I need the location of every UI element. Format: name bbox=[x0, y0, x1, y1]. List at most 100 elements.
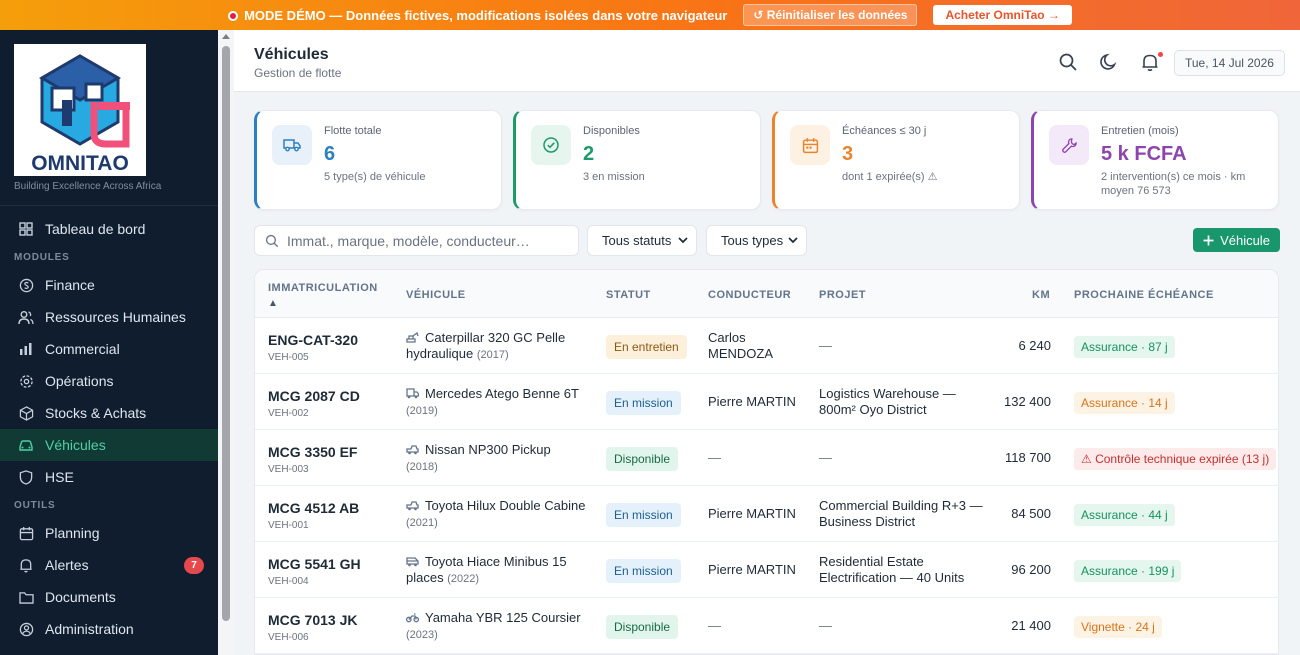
calendar-icon bbox=[18, 525, 34, 541]
due-cell: Assurance · 87 j bbox=[1074, 336, 1175, 358]
km-cell: 21 400 bbox=[1011, 618, 1051, 633]
truck-icon bbox=[272, 125, 312, 165]
vehicle-cell: Nissan NP300 Pickup (2018) bbox=[406, 442, 586, 475]
km-cell: 132 400 bbox=[1004, 394, 1051, 409]
column-header-plate[interactable]: IMMATRICULATION ▲ bbox=[268, 281, 378, 311]
sidebar-scrollbar[interactable] bbox=[218, 30, 234, 655]
sort-ascending-icon: ▲ bbox=[268, 298, 279, 309]
sidebar-item-planning[interactable]: Planning bbox=[0, 517, 218, 549]
kpi-fleet-total: Flotte totale 6 5 type(s) de véhicule bbox=[254, 110, 502, 210]
table-row[interactable]: MCG 7013 JK VEH-006 Yamaha YBR 125 Cours… bbox=[255, 598, 1278, 654]
due-cell: Vignette · 24 j bbox=[1074, 616, 1162, 638]
sidebar-item-finance[interactable]: Finance bbox=[0, 269, 218, 301]
project-cell: — bbox=[819, 338, 832, 353]
project-cell: Commercial Building R+3 — Business Distr… bbox=[819, 498, 983, 529]
vehicle-id: VEH-005 bbox=[268, 352, 309, 363]
pickup-icon bbox=[406, 499, 419, 511]
vehicle-year: (2018) bbox=[406, 461, 438, 473]
status-cell: En mission bbox=[606, 391, 681, 415]
pickup-icon bbox=[406, 443, 419, 455]
reset-data-button[interactable]: ↺ Réinitialiser les données bbox=[743, 4, 918, 26]
vehicle-cell: Mercedes Atego Benne 6T (2019) bbox=[406, 386, 586, 419]
plate-number: MCG 4512 AB bbox=[268, 500, 360, 516]
driver-cell: — bbox=[708, 618, 721, 633]
table-row[interactable]: MCG 4512 AB VEH-001 Toyota Hilux Double … bbox=[255, 486, 1278, 542]
plate-cell: MCG 4512 AB VEH-001 bbox=[268, 500, 359, 534]
plate-number: MCG 3350 EF bbox=[268, 444, 358, 460]
omnitao-logo[interactable]: OMNITAO bbox=[14, 44, 146, 176]
column-header-km[interactable]: KM bbox=[1032, 289, 1050, 301]
demo-banner: MODE DÉMO — Données fictives, modificati… bbox=[0, 0, 1300, 30]
brand-name: OMNITAO bbox=[31, 152, 129, 175]
vehicle-year: (2019) bbox=[406, 405, 438, 417]
bar-chart-icon bbox=[18, 341, 34, 357]
due-cell: ⚠ Contrôle technique expirée (13 j) bbox=[1074, 448, 1277, 470]
vehicles-table: IMMATRICULATION ▲ VÉHICULE STATUT CONDUC… bbox=[254, 269, 1279, 655]
column-header-driver[interactable]: CONDUCTEUR bbox=[708, 289, 791, 301]
vehicle-cell: Yamaha YBR 125 Coursier (2023) bbox=[405, 610, 586, 643]
type-filter-select[interactable]: Tous types bbox=[706, 225, 807, 256]
dark-mode-icon[interactable] bbox=[1099, 52, 1119, 72]
plate-number: ENG-CAT-320 bbox=[268, 332, 358, 348]
buy-omnitao-button[interactable]: Acheter OmniTao → bbox=[933, 5, 1072, 25]
sidebar-item-documents[interactable]: Documents bbox=[0, 581, 218, 613]
shield-icon bbox=[18, 469, 34, 485]
status-badge: En entretien bbox=[606, 335, 687, 359]
add-vehicle-label: Véhicule bbox=[1220, 232, 1270, 248]
sidebar-item-stocks[interactable]: Stocks & Achats bbox=[0, 397, 218, 429]
kpi-label: Flotte totale bbox=[324, 125, 382, 137]
column-header-next-due[interactable]: PROCHAINE ÉCHÉANCE bbox=[1074, 289, 1214, 301]
column-header-project[interactable]: PROJET bbox=[819, 289, 866, 301]
sidebar-item-administration[interactable]: Administration bbox=[0, 613, 218, 645]
kpi-maintenance: Entretien (mois) 5 k FCFA 2 intervention… bbox=[1031, 110, 1279, 210]
plate-number: MCG 2087 CD bbox=[268, 388, 360, 404]
notifications-bell-icon[interactable] bbox=[1140, 52, 1160, 72]
scroll-up-icon[interactable] bbox=[222, 34, 230, 39]
status-cell: En mission bbox=[606, 559, 681, 583]
vehicle-cell: Caterpillar 320 GC Pelle hydraulique (20… bbox=[406, 330, 586, 363]
column-header-status[interactable]: STATUT bbox=[606, 289, 651, 301]
search-icon[interactable] bbox=[1058, 52, 1078, 72]
plate-number: MCG 7013 JK bbox=[268, 612, 358, 628]
vehicle-search-box[interactable] bbox=[254, 225, 579, 256]
driver-cell: Pierre MARTIN bbox=[708, 506, 796, 521]
table-row[interactable]: ENG-CAT-320 VEH-005 Caterpillar 320 GC P… bbox=[255, 318, 1278, 374]
current-date: Tue, 14 Jul 2026 bbox=[1174, 50, 1285, 76]
table-row[interactable]: MCG 2087 CD VEH-002 Mercedes Atego Benne… bbox=[255, 374, 1278, 430]
vehicle-search-input[interactable] bbox=[287, 232, 567, 249]
bell-icon bbox=[18, 557, 34, 573]
due-cell: Assurance · 199 j bbox=[1074, 560, 1182, 582]
table-row[interactable]: MCG 3350 EF VEH-003 Nissan NP300 Pickup (… bbox=[255, 430, 1278, 486]
kpi-available: Disponibles 2 3 en mission bbox=[513, 110, 761, 210]
sidebar-item-label: Alertes bbox=[45, 557, 89, 573]
users-icon bbox=[18, 309, 34, 325]
status-badge: Disponible bbox=[606, 447, 679, 471]
kpi-label: Disponibles bbox=[583, 125, 640, 137]
sidebar-item-hse[interactable]: HSE bbox=[0, 461, 218, 493]
vehicle-id: VEH-006 bbox=[268, 632, 309, 643]
sidebar-item-dashboard[interactable]: Tableau de bord bbox=[0, 213, 218, 245]
sidebar-item-operations[interactable]: Opérations bbox=[0, 365, 218, 397]
vehicle-id: VEH-002 bbox=[268, 408, 309, 419]
sidebar: OMNITAO Building Excellence Across Afric… bbox=[0, 30, 218, 655]
column-header-vehicle[interactable]: VÉHICULE bbox=[406, 289, 466, 301]
status-badge: Disponible bbox=[606, 615, 679, 639]
sidebar-item-alerts[interactable]: Alertes 7 bbox=[0, 549, 218, 581]
plus-icon bbox=[1203, 235, 1214, 246]
page-header: Véhicules Gestion de flotte Tue, 14 Jul … bbox=[234, 30, 1300, 92]
wrench-icon bbox=[1049, 125, 1089, 165]
sidebar-item-vehicles[interactable]: Véhicules bbox=[0, 429, 218, 461]
plate-number: MCG 5541 GH bbox=[268, 556, 361, 572]
project-cell: — bbox=[819, 450, 832, 465]
due-cell: Assurance · 44 j bbox=[1074, 504, 1175, 526]
km-cell: 96 200 bbox=[1011, 562, 1051, 577]
sidebar-item-commercial[interactable]: Commercial bbox=[0, 333, 218, 365]
table-row[interactable]: MCG 5541 GH VEH-004 Toyota Hiace Minibus… bbox=[255, 542, 1278, 598]
sidebar-item-hr[interactable]: Ressources Humaines bbox=[0, 301, 218, 333]
chevron-down-icon bbox=[678, 237, 688, 244]
status-cell: Disponible bbox=[606, 447, 679, 471]
status-filter-select[interactable]: Tous statuts bbox=[587, 225, 697, 256]
scrollbar-thumb[interactable] bbox=[222, 46, 230, 621]
add-vehicle-button[interactable]: Véhicule bbox=[1193, 228, 1280, 252]
page-subtitle: Gestion de flotte bbox=[254, 66, 342, 80]
